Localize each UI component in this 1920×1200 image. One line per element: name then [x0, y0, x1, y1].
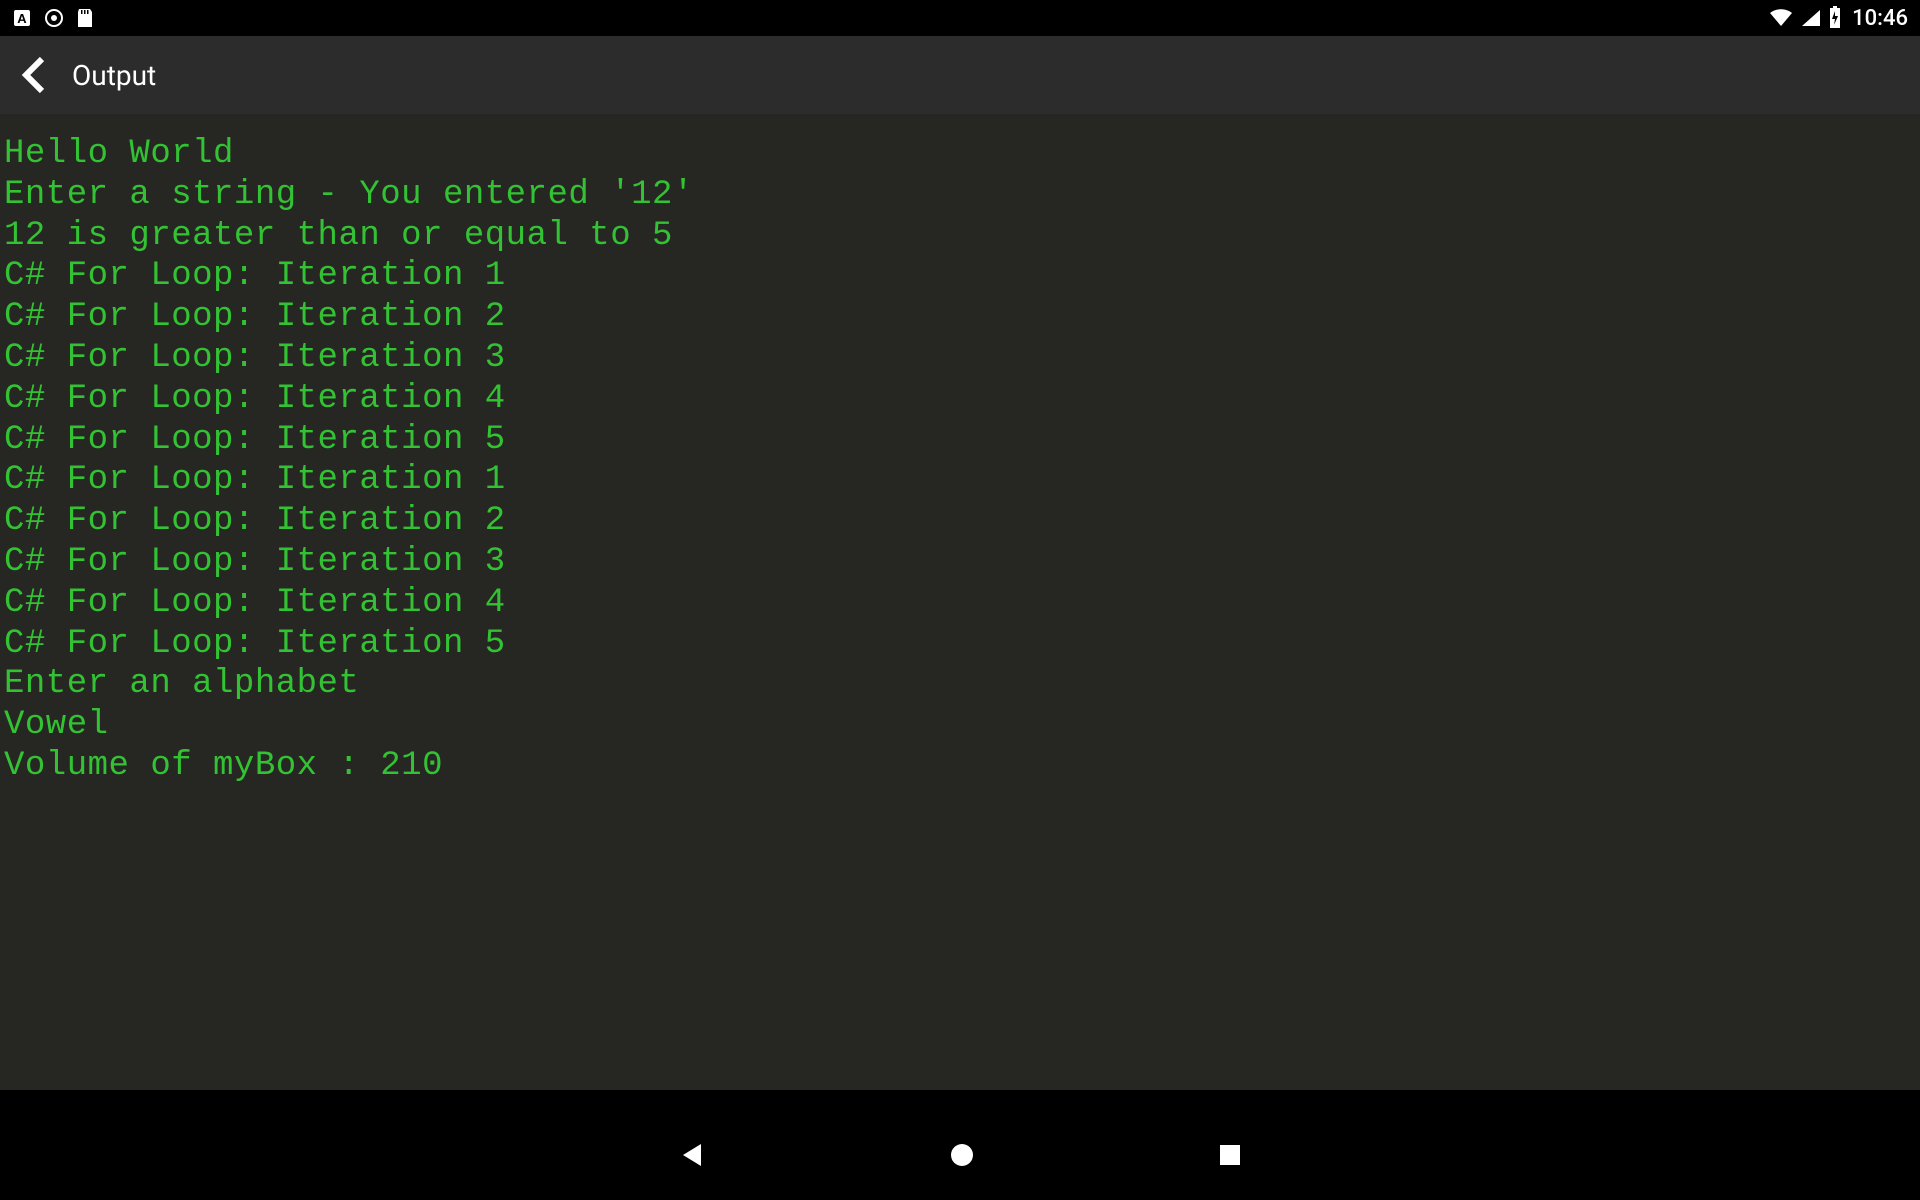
nav-recents-button[interactable] [1217, 1142, 1243, 1168]
console-line: Hello World [4, 134, 1916, 175]
console-line: C# For Loop: Iteration 2 [4, 501, 1916, 542]
nav-back-button[interactable] [677, 1140, 707, 1170]
wifi-icon [1768, 8, 1794, 28]
console-line: Vowel [4, 705, 1916, 746]
sd-card-icon [76, 7, 94, 29]
status-bar: A [0, 0, 1920, 36]
console-line: Volume of myBox : 210 [4, 746, 1916, 787]
status-left: A [12, 7, 94, 29]
console-line: C# For Loop: Iteration 1 [4, 460, 1916, 501]
circle-icon [44, 8, 64, 28]
cellular-signal-icon [1800, 8, 1822, 28]
console-line: Enter a string - You entered '12' [4, 175, 1916, 216]
console-line: Enter an alphabet [4, 664, 1916, 705]
app-a-icon: A [12, 8, 32, 28]
nav-home-button[interactable] [947, 1140, 977, 1170]
app-title: Output [72, 59, 156, 92]
console-line: C# For Loop: Iteration 4 [4, 583, 1916, 624]
console-line: C# For Loop: Iteration 3 [4, 542, 1916, 583]
console-line: C# For Loop: Iteration 3 [4, 338, 1916, 379]
app-bar: Output [0, 36, 1920, 114]
status-right: 10:46 [1768, 6, 1908, 31]
console-line: C# For Loop: Iteration 5 [4, 624, 1916, 665]
battery-charging-icon [1828, 6, 1842, 30]
svg-text:A: A [17, 11, 27, 26]
console-line: C# For Loop: Iteration 5 [4, 420, 1916, 461]
status-time: 10:46 [1852, 6, 1908, 31]
console-line: C# For Loop: Iteration 1 [4, 256, 1916, 297]
console-line: 12 is greater than or equal to 5 [4, 216, 1916, 257]
console-output[interactable]: Hello World Enter a string - You entered… [0, 114, 1920, 1090]
console-line: C# For Loop: Iteration 2 [4, 297, 1916, 338]
back-button[interactable] [20, 55, 48, 95]
navigation-bar [0, 1110, 1920, 1200]
console-line: C# For Loop: Iteration 4 [4, 379, 1916, 420]
